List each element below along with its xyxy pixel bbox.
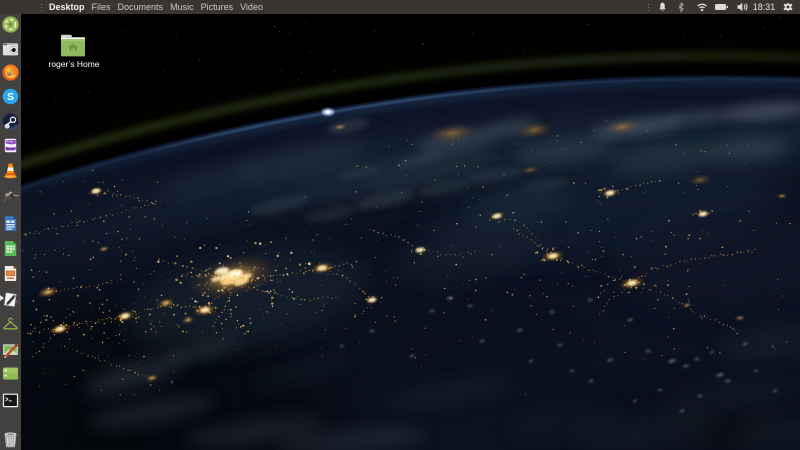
svg-text:18:31: 18:31	[753, 2, 776, 12]
svg-text:S: S	[7, 91, 14, 103]
